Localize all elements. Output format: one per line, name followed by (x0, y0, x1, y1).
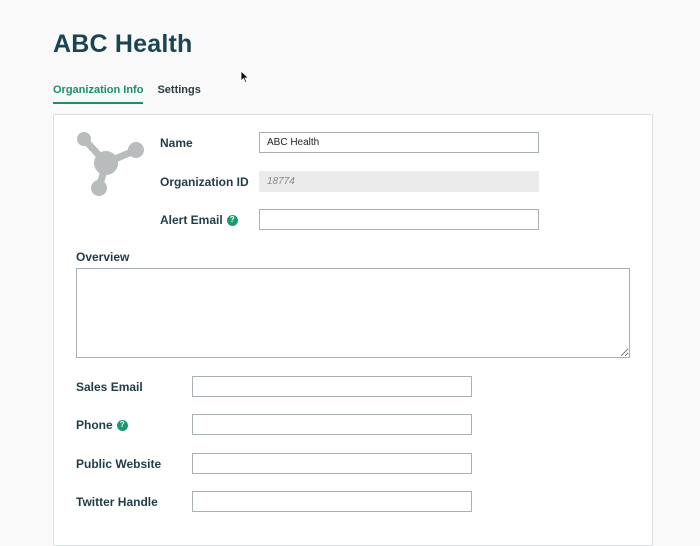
public-website-label: Public Website (76, 457, 161, 471)
organization-logo-icon[interactable] (75, 130, 147, 202)
phone-label-text: Phone (76, 418, 113, 432)
organization-id-label-text: Organization ID (160, 175, 249, 189)
public-website-input[interactable] (192, 453, 472, 474)
organization-id-label: Organization ID (160, 175, 249, 189)
overview-label-text: Overview (76, 250, 130, 264)
question-circle-icon[interactable]: ? (226, 214, 238, 226)
organization-info-card: Name Organization ID Alert Email ? Overv… (53, 114, 653, 546)
twitter-handle-label: Twitter Handle (76, 495, 158, 509)
sales-email-label-text: Sales Email (76, 380, 143, 394)
phone-input[interactable] (192, 414, 472, 435)
overview-label: Overview (76, 250, 129, 264)
organization-id-field (259, 171, 539, 192)
public-website-label-text: Public Website (76, 457, 162, 471)
alert-email-label: Alert Email ? (160, 213, 238, 227)
tab-bar: Organization Info Settings (53, 84, 201, 104)
alert-email-label-text: Alert Email (160, 213, 223, 227)
name-label: Name (160, 136, 193, 150)
sales-email-label: Sales Email (76, 380, 143, 394)
phone-label: Phone ? (76, 418, 128, 432)
name-label-text: Name (160, 136, 193, 150)
mouse-cursor-icon (240, 70, 250, 84)
sales-email-input[interactable] (192, 376, 472, 397)
name-input[interactable] (259, 132, 539, 153)
overview-textarea[interactable] (76, 268, 630, 358)
page-title: ABC Health (53, 30, 193, 58)
alert-email-input[interactable] (259, 209, 539, 230)
question-circle-icon[interactable]: ? (116, 419, 128, 431)
tab-organization-info[interactable]: Organization Info (53, 84, 144, 104)
tab-settings[interactable]: Settings (157, 84, 200, 104)
twitter-handle-label-text: Twitter Handle (76, 495, 158, 509)
twitter-handle-input[interactable] (192, 491, 472, 512)
